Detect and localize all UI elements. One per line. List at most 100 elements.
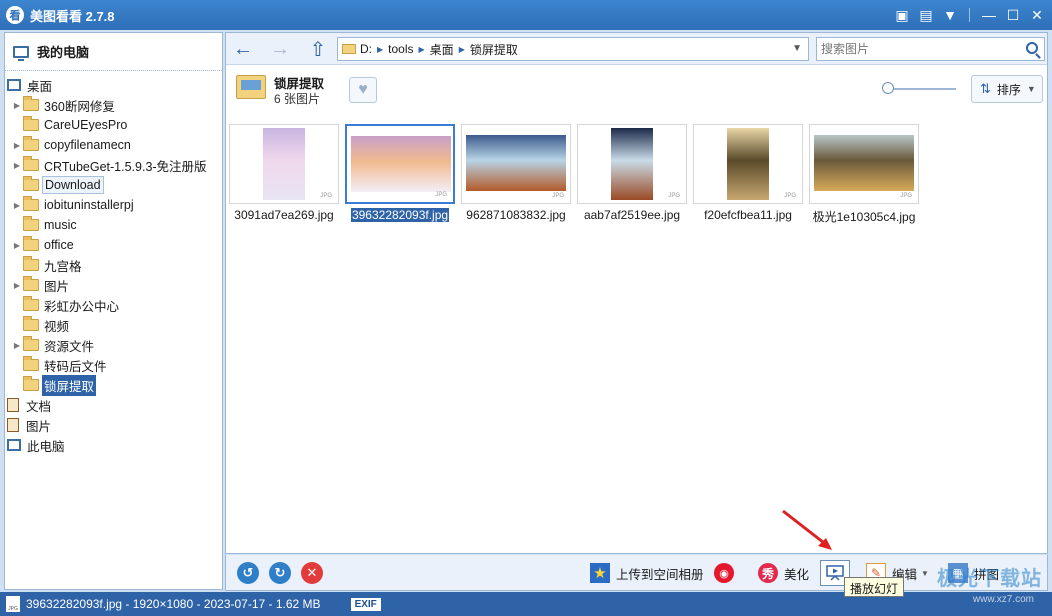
tree-item-label: 锁屏提取 (42, 374, 97, 396)
image-count: 6 张图片 (274, 92, 321, 106)
current-folder-icon (236, 75, 266, 99)
menu-icon[interactable]: ▤ (915, 4, 937, 26)
slideshow-icon (826, 565, 844, 581)
search-icon[interactable] (1026, 42, 1038, 54)
favorite-heart-icon[interactable]: ♥ (349, 77, 377, 103)
tree-root-desktop[interactable]: 桌面 (5, 75, 222, 95)
window-title: 美图看看 2.7.8 (30, 8, 115, 24)
breadcrumb-drive[interactable]: D: (360, 42, 372, 56)
maximize-icon[interactable]: ☐ (1002, 4, 1024, 26)
tree-item-label: 转码后文件 (44, 359, 107, 374)
breadcrumb-separator-icon: ▶ (418, 44, 425, 54)
navigation-bar: ← → ⇧ D: ▶ tools ▶ 桌面 ▶ 锁屏提取 ▼ (226, 33, 1047, 65)
search-input[interactable] (821, 42, 1016, 56)
tree-item-label: 彩虹办公中心 (44, 299, 120, 314)
thumbnail-caption[interactable]: 3091ad7ea269.jpg (226, 208, 342, 222)
thumbnail-caption[interactable]: f20efcfbea11.jpg (690, 208, 806, 222)
file-type-icon: JPG (6, 596, 20, 612)
folder-icon (23, 316, 39, 331)
thumbnail-item[interactable]: JPG (229, 124, 339, 204)
tree-item-folder[interactable]: ▶ 图片 (5, 275, 222, 295)
thumbnail-filename: 极光1e10305c4.jpg (812, 210, 916, 224)
up-folder-icon[interactable]: ⇧ (306, 37, 330, 61)
tree-item-folder[interactable]: 锁屏提取 (5, 374, 222, 396)
tree-item-documents[interactable]: 文档 (5, 395, 222, 415)
tree-item-pictures[interactable]: 图片 (5, 415, 222, 435)
my-computer-header[interactable]: 我的电脑 (5, 33, 222, 71)
thumbnail-caption[interactable]: aab7af2519ee.jpg (574, 208, 690, 222)
folder-icon (23, 336, 39, 351)
thumbnail-item[interactable]: JPG (693, 124, 803, 204)
address-bar[interactable]: D: ▶ tools ▶ 桌面 ▶ 锁屏提取 ▼ (337, 37, 809, 61)
rotate-left-icon[interactable]: ↺ (237, 562, 259, 584)
beautify-button[interactable]: 秀 美化 (758, 562, 809, 584)
rotate-right-icon[interactable]: ↻ (269, 562, 291, 584)
tree-item-label: 360断网修复 (44, 99, 115, 114)
expand-arrow-icon[interactable]: ▶ (11, 161, 23, 170)
bottom-toolbar: ↺ ↻ ✕ ★ 上传到空间相册 ◉ 秀 美化 ✎ 编辑 ▼ ▦ 拼图 播放幻灯 (225, 555, 1048, 597)
thumbnail-item[interactable]: JPG (577, 124, 687, 204)
tree-item-label: Download (42, 176, 104, 194)
expand-arrow-icon[interactable]: ▶ (11, 101, 23, 110)
exif-button[interactable]: EXIF (350, 597, 381, 611)
thumbnail-filename: f20efcfbea11.jpg (704, 208, 792, 222)
weibo-share-button[interactable]: ◉ (714, 562, 740, 584)
expand-arrow-icon[interactable]: ▶ (11, 341, 23, 350)
breadcrumb-current[interactable]: 锁屏提取 (470, 41, 518, 58)
expand-arrow-icon[interactable]: ▶ (11, 241, 23, 250)
edit-dropdown-icon: ▼ (921, 568, 929, 578)
tree-item-folder[interactable]: 彩虹办公中心 (5, 295, 222, 315)
forward-arrow-icon[interactable]: → (268, 37, 292, 61)
thumbnail-item[interactable]: JPG (461, 124, 571, 204)
weibo-icon: ◉ (714, 563, 734, 583)
thumbnail-item[interactable]: JPG (809, 124, 919, 204)
address-dropdown-icon[interactable]: ▼ (792, 43, 802, 54)
tree-item-this-pc[interactable]: 此电脑 (5, 435, 222, 455)
tree-item-folder[interactable]: ▶ office (5, 235, 222, 255)
tree-item-folder[interactable]: Download (5, 175, 222, 195)
expand-arrow-icon[interactable]: ▶ (11, 281, 23, 290)
folder-icon (23, 276, 39, 291)
breadcrumb-desktop[interactable]: 桌面 (430, 41, 454, 58)
upload-album-button[interactable]: ★ 上传到空间相册 (590, 562, 704, 584)
jpg-tag: JPG (552, 193, 564, 199)
expand-arrow-icon[interactable]: ▶ (11, 141, 23, 150)
tree-item-label: 视频 (44, 319, 70, 334)
zoom-slider-track[interactable] (884, 88, 956, 90)
thumbnail-caption[interactable]: 极光1e10305c4.jpg (806, 208, 922, 225)
chat-icon[interactable]: ▣ (891, 4, 913, 26)
tree-item-folder[interactable]: ▶ CRTubeGet-1.5.9.3-免注册版 (5, 155, 222, 175)
thumbnail-filename: 39632282093f.jpg (350, 208, 450, 222)
drive-folder-icon (342, 44, 356, 54)
tree-item-folder[interactable]: ▶ 360断网修复 (5, 95, 222, 115)
thumbnail-caption[interactable]: 962871083832.jpg (458, 208, 574, 222)
skin-icon[interactable]: ▼ (939, 4, 961, 26)
tree-item-folder[interactable]: CareUEyesPro (5, 115, 222, 135)
tree-item-folder[interactable]: 视频 (5, 315, 222, 335)
search-box[interactable] (816, 37, 1045, 61)
tree-item-label: 资源文件 (44, 339, 95, 354)
tree-item-folder[interactable]: 转码后文件 (5, 355, 222, 375)
folder-tree: 桌面 ▶ 360断网修复 CareUEyesPro ▶ copyfilenamecn ▶ C… (5, 71, 222, 455)
computer-icon (13, 45, 29, 61)
thumbnail-caption[interactable]: 39632282093f.jpg (342, 208, 458, 222)
tree-item-folder[interactable]: music (5, 215, 222, 235)
delete-icon[interactable]: ✕ (301, 562, 323, 584)
close-icon[interactable]: ✕ (1026, 4, 1048, 26)
tree-item-folder[interactable]: ▶ iobituninstallerpj (5, 195, 222, 215)
expand-arrow-icon[interactable]: ▶ (11, 201, 23, 210)
back-arrow-icon[interactable]: ← (231, 37, 255, 61)
tree-item-label: office (44, 238, 74, 252)
thumbnail-image (611, 128, 653, 200)
tree-item-folder[interactable]: ▶ copyfilenamecn (5, 135, 222, 155)
sort-button[interactable]: ⇅ 排序 ▼ (971, 75, 1043, 103)
tree-item-folder[interactable]: ▶ 资源文件 (5, 335, 222, 355)
sort-icon: ⇅ (980, 81, 991, 96)
tree-item-label: music (44, 218, 77, 232)
breadcrumb-tools[interactable]: tools (388, 42, 413, 56)
minimize-icon[interactable]: — (978, 4, 1000, 26)
zoom-slider-handle[interactable] (881, 82, 894, 94)
thumbnail-item[interactable]: JPG (345, 124, 455, 204)
tree-item-folder[interactable]: 九宫格 (5, 255, 222, 275)
jpg-tag: JPG (784, 193, 796, 199)
